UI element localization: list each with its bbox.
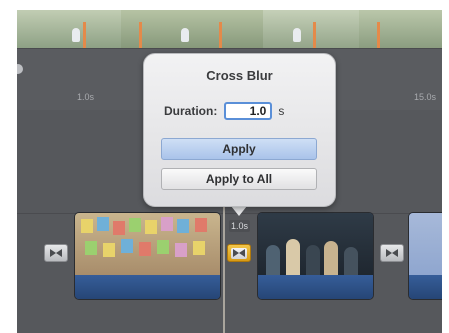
clip-audio-band (258, 275, 373, 299)
event-timeline-panel: 1.0s 15.0s 1.0s Cross Blur Duration: 1.0… (17, 10, 442, 333)
filmstrip-frame (121, 10, 264, 48)
thumbnail-detail (113, 221, 125, 235)
ruler-tick-label: 1.0s (77, 92, 95, 102)
duration-input[interactable] (224, 102, 273, 120)
clip-thumbnail (258, 213, 373, 275)
thumbnail-detail (145, 220, 157, 234)
person-figure (181, 28, 189, 42)
filmstrip-preview[interactable] (17, 10, 442, 48)
thumbnail-detail (85, 241, 97, 255)
thumbnail-detail (161, 217, 173, 231)
apply-to-all-button[interactable]: Apply to All (161, 168, 317, 190)
duration-row: Duration: s (164, 101, 284, 121)
transition-button-face (231, 247, 247, 259)
transition-button[interactable] (380, 244, 404, 262)
clip-audio-band (409, 275, 442, 299)
thumbnail-detail (121, 239, 133, 253)
fence-post (83, 22, 86, 48)
thumbnail-detail (324, 241, 338, 275)
thumbnail-detail (177, 219, 189, 233)
ruler-tick-label: 15.0s (414, 92, 437, 102)
thumbnail-detail (139, 242, 151, 256)
transition-duration-label: 1.0s (229, 220, 251, 232)
thumbnail-detail (103, 243, 115, 257)
thumbnail-detail (175, 243, 187, 257)
filmstrip-frame (263, 10, 360, 48)
transition-button-selected[interactable] (227, 244, 251, 262)
thumbnail-detail (81, 219, 93, 233)
fence-post (313, 22, 316, 48)
popover-title: Cross Blur (206, 68, 273, 83)
thumbnail-detail (306, 245, 320, 275)
filmstrip-frame (359, 10, 442, 48)
filmstrip-frame (17, 10, 122, 48)
person-figure (72, 28, 80, 42)
thumbnail-detail (157, 240, 169, 254)
bowtie-transition-icon (233, 249, 245, 257)
video-clip[interactable] (409, 213, 442, 299)
duration-label: Duration: (164, 104, 218, 118)
transition-inspector-popover: Cross Blur Duration: s Apply Apply to Al… (143, 53, 336, 207)
thumbnail-detail (344, 247, 358, 275)
fence-post (219, 22, 222, 48)
thumbnail-detail (286, 239, 300, 275)
clip-thumbnail (409, 213, 442, 275)
thumbnail-detail (195, 218, 207, 232)
duration-unit: s (278, 104, 285, 118)
video-clip[interactable] (258, 213, 373, 299)
apply-button[interactable]: Apply (161, 138, 317, 160)
bowtie-transition-icon (50, 249, 62, 257)
thumbnail-detail (129, 218, 141, 232)
thumbnail-detail (193, 241, 205, 255)
clip-thumbnail (75, 213, 220, 275)
playhead[interactable] (223, 200, 225, 333)
person-figure (293, 28, 301, 42)
transition-button[interactable] (44, 244, 68, 262)
popover-arrow (231, 206, 247, 216)
thumbnail-detail (266, 245, 280, 275)
fence-post (139, 22, 142, 48)
fence-post (377, 22, 380, 48)
clip-audio-band (75, 275, 220, 299)
video-clip[interactable] (75, 213, 220, 299)
bowtie-transition-icon (386, 249, 398, 257)
thumbnail-detail (97, 217, 109, 231)
